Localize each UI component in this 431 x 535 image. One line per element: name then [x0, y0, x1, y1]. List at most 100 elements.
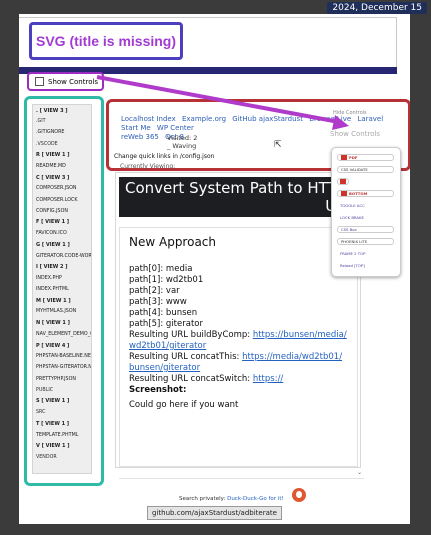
build-result: Resulting URL buildByComp: https://bunse… — [129, 330, 348, 341]
build-link-cont[interactable]: wd2tb01/giterator — [129, 341, 206, 351]
tool-lock-brake[interactable]: LOCK BRAKE — [337, 214, 394, 221]
sidebar-file-item[interactable]: PRETTYPHP.JSON — [33, 374, 91, 385]
sidebar-letter-group[interactable]: N [ VIEW 1 ] — [33, 318, 91, 329]
red-logo-icon — [340, 179, 346, 184]
banner-line-1: Convert System Path to HTTP — [125, 179, 346, 197]
search-privately: Search privately: Duck-Duck-Go for it! — [179, 496, 284, 502]
sidebar-file-item[interactable]: NAV_ELEMENT_DEMO_01.PHP — [33, 329, 91, 340]
tool-icon[interactable] — [337, 178, 349, 185]
link-browse-live[interactable]: Browse Live — [309, 115, 351, 123]
tool-phoenix-lite[interactable]: PHOENIX LITE — [337, 238, 394, 245]
sidebar-letter-group[interactable]: C [ VIEW 3 ] — [33, 172, 91, 183]
controls-overlay-text: Show Controls — [330, 130, 381, 138]
duckduckgo-logo-icon[interactable] — [292, 488, 306, 502]
tool-css-box[interactable]: CSS Box — [337, 226, 394, 233]
tool-css-validate[interactable]: CSS VALIDATE — [337, 166, 394, 173]
link-laravel[interactable]: Laravel — [357, 115, 383, 123]
tool-panel: PDF CSS VALIDATE BOTTOM TOGGLE ACC LOCK … — [331, 147, 401, 277]
date-label: 2024, December 15 — [327, 2, 427, 14]
concat-link-cont[interactable]: bunsen/giterator — [129, 363, 200, 373]
svg-right-border — [396, 17, 397, 72]
sidebar-file-item[interactable]: VENDOR — [33, 452, 91, 463]
sidebar-file-item[interactable]: PHPSTAN-GITERATOR.NEON — [33, 362, 91, 373]
could-go-text: Could go here if you want — [129, 400, 239, 410]
main-content: Convert System Path to HTTP URL New Appr… — [115, 172, 361, 468]
sidebar-file-item[interactable]: PUBLIC — [33, 385, 91, 396]
svg-top-border — [19, 17, 397, 18]
link-example-org[interactable]: Example.org — [182, 115, 226, 123]
sidebar-file-item[interactable]: README.MD — [33, 161, 91, 172]
path-line: path[0]: media — [129, 264, 193, 274]
section-heading: New Approach — [129, 235, 216, 249]
hide-controls-text[interactable]: Hide Controls — [333, 110, 367, 116]
sidebar-file-item[interactable]: PHPSTAN-BASELINE.NEON — [33, 351, 91, 362]
sidebar-letter-group[interactable]: V [ VIEW 1 ] — [33, 441, 91, 452]
sidebar-letter-group[interactable]: G [ VIEW 1 ] — [33, 239, 91, 250]
svg-title-box: SVG (title is missing) — [29, 22, 183, 60]
sidebar-file-item[interactable]: COMPOSER.JSON — [33, 183, 91, 194]
tool-pdf[interactable]: PDF — [337, 154, 394, 161]
page-container: SVG (title is missing) Show Controls . [… — [19, 14, 410, 524]
banner-line-2: URL — [125, 197, 355, 215]
waving-text: _ Waving — [167, 142, 197, 150]
sidebar-file-item[interactable]: INDEX.PHTML — [33, 284, 91, 295]
sidebar-file-item[interactable]: INDEX.PHP — [33, 273, 91, 284]
show-controls-toggle[interactable]: Show Controls — [27, 72, 104, 91]
scroll-down-icon[interactable]: ⌄ — [357, 469, 363, 476]
visited-count: Visited: 2 — [167, 134, 198, 142]
file-sidebar: . [ VIEW 3 ] .GIT .GITIGNORE .VSCODE R [ VIE… — [24, 96, 104, 486]
concat-result: Resulting URL concatThis: https://media/… — [129, 352, 348, 363]
switch-result: Resulting URL concatSwitch: https:// — [129, 374, 348, 385]
sidebar-file-item[interactable]: CONFIG.JSON — [33, 206, 91, 217]
sidebar-letter-group[interactable]: M [ VIEW 1 ] — [33, 295, 91, 306]
screenshot-label: Screenshot: — [129, 385, 187, 395]
sidebar-file-item[interactable]: GITERATOR.CODE-WORKSPACE — [33, 250, 91, 261]
sidebar-file-item[interactable]: FAVICON.ICO — [33, 228, 91, 239]
change-quicklinks-note: Change quick links in /config.json — [114, 153, 215, 160]
sidebar-letter-group[interactable]: F [ VIEW 1 ] — [33, 217, 91, 228]
page-banner: Convert System Path to HTTP URL — [119, 177, 360, 217]
sidebar-file-item[interactable]: .VSCODE — [33, 139, 91, 150]
sidebar-file-item[interactable]: .GIT — [33, 116, 91, 127]
link-reweb[interactable]: reWeb 365 — [121, 133, 159, 141]
search-label: Search privately: — [179, 496, 226, 502]
switch-label: Resulting URL concatSwitch: — [129, 374, 251, 384]
sidebar-file-item[interactable]: MYHTMLAS.JSON — [33, 306, 91, 317]
sidebar-letter-group[interactable]: P [ VIEW 4 ] — [33, 340, 91, 351]
tool-frame-top[interactable]: FRAME 2 TOP — [337, 250, 394, 257]
currently-viewing: Currently Viewing: — [120, 163, 176, 170]
footer-separator — [119, 478, 364, 479]
file-list: . [ VIEW 3 ] .GIT .GITIGNORE .VSCODE R [ VIE… — [32, 104, 92, 474]
tool-bottom[interactable]: BOTTOM — [337, 190, 394, 197]
tool-reload[interactable]: Reload [TOP] — [337, 262, 394, 269]
switch-link[interactable]: https:// — [253, 374, 283, 384]
sidebar-file-item[interactable]: TEMPLATE.PHTML — [33, 429, 91, 440]
show-controls-label: Show Controls — [48, 77, 99, 86]
tool-toggle-acc[interactable]: TOGGLE ACC — [337, 202, 394, 209]
link-start-me[interactable]: Start Me — [121, 124, 151, 132]
sidebar-letter-group[interactable]: S [ VIEW 1 ] — [33, 396, 91, 407]
approach-card: New Approach path[0]: media path[1]: wd2… — [119, 227, 358, 467]
build-label: Resulting URL buildByComp: — [129, 330, 251, 340]
sidebar-letter-group[interactable]: I [ VIEW 2 ] — [33, 262, 91, 273]
bottom-icon — [341, 191, 347, 196]
link-wp-center[interactable]: WP Center — [157, 124, 194, 132]
path-line: path[4]: bunsen — [129, 308, 198, 318]
svg-title: SVG (title is missing) — [35, 33, 177, 49]
sidebar-file-item[interactable]: SRC — [33, 407, 91, 418]
pdf-icon — [341, 155, 347, 160]
sidebar-letter-group[interactable]: T [ VIEW 1 ] — [33, 418, 91, 429]
link-localhost-index[interactable]: Localhost Index — [121, 115, 176, 123]
sidebar-file-item[interactable]: COMPOSER.LOCK — [33, 195, 91, 206]
concat-link[interactable]: https://media/wd2tb01/ — [242, 352, 342, 362]
github-url-tag[interactable]: github.com/ajaxStardust/adbiterate — [147, 506, 282, 520]
duckduckgo-link[interactable]: Duck-Duck-Go for it! — [227, 496, 284, 502]
sidebar-file-item[interactable]: .GITIGNORE — [33, 127, 91, 138]
show-controls-checkbox[interactable] — [35, 77, 44, 86]
path-line: path[2]: var — [129, 286, 180, 296]
sidebar-letter-group[interactable]: R [ VIEW 1 ] — [33, 150, 91, 161]
link-github[interactable]: GitHub ajaxStardust — [232, 115, 303, 123]
sidebar-letter-group[interactable]: . [ VIEW 3 ] — [33, 105, 91, 116]
build-link[interactable]: https://bunsen/media/ — [253, 330, 347, 340]
mouse-cursor-icon: ⇱ — [274, 140, 282, 150]
